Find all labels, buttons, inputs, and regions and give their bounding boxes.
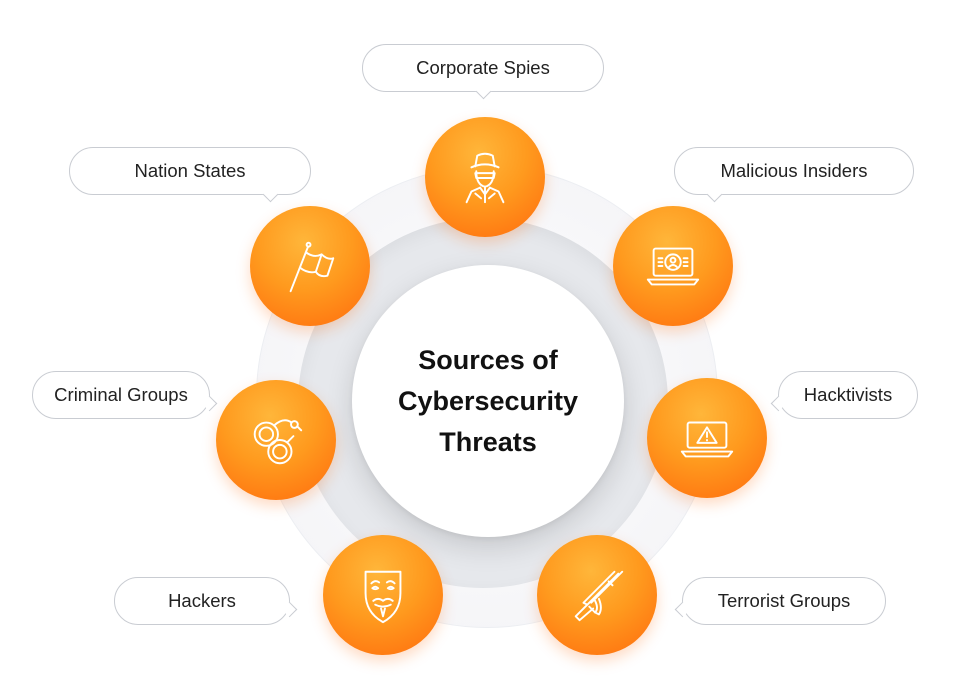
threat-sources-diagram: Sources of Cybersecurity Threats Corpora… bbox=[0, 0, 960, 679]
mask-icon bbox=[364, 570, 402, 624]
rifle-icon bbox=[574, 570, 624, 622]
diagram-title: Sources of Cybersecurity Threats bbox=[397, 344, 579, 457]
label-bubble-terrorist-groups: Terrorist Groups bbox=[682, 577, 886, 625]
node-terrorist-groups bbox=[537, 535, 657, 655]
label-bubble-criminal-groups: Criminal Groups bbox=[32, 371, 210, 419]
label-bubble-nation-states: Nation States bbox=[69, 147, 311, 195]
label-terrorist-groups: Terrorist Groups bbox=[717, 590, 851, 611]
label-malicious-insiders: Malicious Insiders bbox=[720, 160, 868, 181]
label-criminal-groups: Criminal Groups bbox=[54, 384, 188, 405]
label-corporate-spies: Corporate Spies bbox=[416, 57, 550, 78]
label-bubble-malicious-insiders: Malicious Insiders bbox=[674, 147, 914, 195]
node-nation-states bbox=[250, 206, 370, 326]
node-hacktivists bbox=[647, 378, 767, 498]
laptop-user-icon bbox=[646, 247, 700, 286]
label-hackers: Hackers bbox=[168, 590, 236, 611]
spy-icon bbox=[465, 152, 505, 204]
label-hacktivists: Hacktivists bbox=[803, 384, 893, 405]
center-circle: Sources of Cybersecurity Threats bbox=[352, 265, 624, 537]
handcuffs-icon bbox=[253, 419, 303, 465]
node-corporate-spies bbox=[425, 117, 545, 237]
label-bubble-hackers: Hackers bbox=[114, 577, 290, 625]
laptop-warning-icon bbox=[680, 421, 734, 458]
label-bubble-corporate-spies: Corporate Spies bbox=[362, 44, 604, 92]
node-criminal-groups bbox=[216, 380, 336, 500]
flag-icon bbox=[289, 241, 335, 293]
node-hackers bbox=[323, 535, 443, 655]
label-nation-states: Nation States bbox=[134, 160, 246, 181]
node-malicious-insiders bbox=[613, 206, 733, 326]
label-bubble-hacktivists: Hacktivists bbox=[778, 371, 918, 419]
